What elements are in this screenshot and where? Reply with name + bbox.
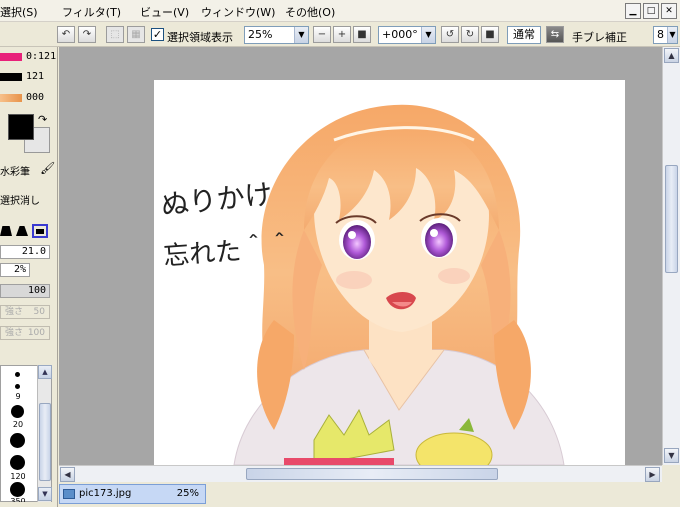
artwork: ぬりかけ 忘れた＾＾: [159, 104, 565, 465]
vertical-scroll-thumb[interactable]: [665, 165, 678, 273]
handwriting-text-1: ぬりかけ: [159, 177, 274, 222]
tool-name[interactable]: 水彩筆: [0, 163, 30, 178]
zoom-in-icon[interactable]: +: [333, 26, 351, 43]
rotate-reset-icon[interactable]: ■: [481, 26, 499, 43]
brush-dot[interactable]: [10, 482, 25, 497]
brush-shape-icon[interactable]: [16, 226, 28, 236]
chevron-down-icon: ▼: [294, 27, 308, 43]
horizontal-scroll-thumb[interactable]: [246, 468, 498, 480]
document-zoom: 25%: [176, 488, 199, 499]
color-value: 121: [26, 71, 45, 82]
brush-dot[interactable]: [11, 405, 24, 418]
color-slider-bar[interactable]: [0, 53, 22, 61]
stabilizer-value: 8: [657, 28, 664, 41]
paint-tool-sai-window: 選択(S) フィルタ(T) ビュー(V) ウィンドウ(W) その他(O) ▁ □…: [0, 0, 680, 507]
density-slider[interactable]: 100: [0, 284, 50, 298]
brush-size-field[interactable]: 21.0: [0, 245, 50, 259]
swap-colors-icon[interactable]: ↷: [38, 113, 47, 126]
stabilizer-label: 手ブレ補正: [572, 31, 627, 44]
menu-view[interactable]: ビュー(V): [140, 4, 189, 20]
disabled-strength-field: 強さ 50: [0, 305, 50, 319]
blend-mode-button[interactable]: 通常: [507, 26, 541, 44]
brush-size-label: 120: [10, 472, 26, 481]
toolbar: ↶ ↷ ⬚ ▦ ✓ 選択領域表示 25% ▼ − + ■ +000° ▼ ↺ ↻…: [0, 22, 680, 47]
scroll-down-icon[interactable]: ▼: [38, 487, 52, 501]
rotation-select[interactable]: +000° ▼: [378, 26, 436, 44]
scroll-down-icon[interactable]: ▼: [664, 448, 679, 463]
menu-filter[interactable]: フィルタ(T): [62, 4, 121, 20]
color-value: 000: [26, 92, 45, 103]
menu-window[interactable]: ウィンドウ(W): [201, 4, 275, 20]
scroll-up-icon[interactable]: ▲: [38, 365, 52, 379]
brush-dot[interactable]: [15, 372, 20, 377]
brush-shape-row: [0, 224, 52, 240]
drawing-canvas[interactable]: ぬりかけ 忘れた＾＾: [154, 80, 625, 465]
clear-selection-icon[interactable]: ▦: [127, 26, 145, 43]
zoom-select[interactable]: 25% ▼: [244, 26, 309, 44]
brush-dot[interactable]: [10, 433, 25, 448]
color-slider-row[interactable]: 0:121: [0, 49, 56, 67]
brush-size-label: 350: [10, 497, 26, 502]
canvas-vertical-scrollbar[interactable]: ▲ ▼: [662, 47, 680, 465]
brush-shape-icon[interactable]: [0, 226, 12, 236]
chevron-down-icon: ▼: [667, 27, 677, 43]
brush-size-label: 9: [15, 392, 21, 401]
canvas-viewport[interactable]: ぬりかけ 忘れた＾＾: [59, 47, 662, 465]
scroll-left-icon[interactable]: ◀: [60, 467, 75, 482]
zoom-out-icon[interactable]: −: [313, 26, 331, 43]
minimize-icon[interactable]: ▁: [625, 3, 641, 19]
tool-option[interactable]: 選択消し: [0, 192, 40, 207]
rotate-left-icon[interactable]: ↺: [441, 26, 459, 43]
flip-horizontal-icon[interactable]: ⇆: [546, 26, 564, 43]
color-slider-bar[interactable]: [0, 73, 22, 81]
undo-icon[interactable]: ↶: [57, 26, 75, 43]
scroll-thumb[interactable]: [39, 403, 51, 481]
scrollbar-corner: [662, 465, 680, 482]
stabilizer-select[interactable]: 8 ▼: [653, 26, 678, 44]
rotation-value: +000°: [382, 28, 418, 41]
zoom-value: 25%: [248, 28, 273, 41]
chevron-down-icon: ▼: [421, 27, 435, 43]
selection-display-label: 選択領域表示: [167, 31, 233, 44]
zoom-reset-icon[interactable]: ■: [353, 26, 371, 43]
canvas-horizontal-scrollbar[interactable]: ◀ ▶: [59, 465, 662, 482]
color-slider-row[interactable]: 000: [0, 90, 56, 108]
brush-shape-selected-icon[interactable]: [32, 224, 48, 238]
selection-display-checkbox[interactable]: ✓: [151, 28, 164, 41]
document-tabs-bar: pic173.jpg 25%: [59, 482, 680, 507]
color-value: 0:121: [26, 51, 57, 62]
disabled-strength-field: 強さ 100: [0, 326, 50, 340]
scroll-up-icon[interactable]: ▲: [664, 48, 679, 63]
brush-dot[interactable]: [15, 384, 20, 389]
color-slider-bar[interactable]: [0, 94, 22, 102]
brush-dot[interactable]: [10, 455, 25, 470]
foreground-color-swatch[interactable]: [8, 114, 34, 140]
menu-select[interactable]: 選択(S): [0, 4, 38, 20]
color-slider-row[interactable]: 121: [0, 69, 56, 87]
redo-icon[interactable]: ↷: [78, 26, 96, 43]
maximize-icon[interactable]: □: [643, 3, 659, 19]
menu-bar: 選択(S) フィルタ(T) ビュー(V) ウィンドウ(W) その他(O) ▁ □…: [0, 0, 680, 22]
image-file-icon: [63, 489, 75, 499]
blend-mode-label: 通常: [513, 28, 535, 41]
rotate-right-icon[interactable]: ↻: [461, 26, 479, 43]
close-icon[interactable]: ✕: [661, 3, 677, 19]
brush-min-size-field[interactable]: 2%: [0, 263, 30, 277]
scroll-right-icon[interactable]: ▶: [645, 467, 660, 482]
deselect-icon[interactable]: ⬚: [106, 26, 124, 43]
brush-size-label: 20: [12, 420, 24, 429]
tool-panel: 0:121 121 000 ↷ 水彩筆 🖌 選択消し 21.0 2% 100 強…: [0, 47, 58, 507]
brush-tool-icon: 🖌: [40, 161, 56, 175]
document-name: pic173.jpg: [79, 488, 132, 499]
brush-list-scrollbar[interactable]: ▲ ▼: [37, 365, 52, 502]
document-tab[interactable]: pic173.jpg 25%: [59, 484, 206, 504]
menu-other[interactable]: その他(O): [285, 4, 335, 20]
